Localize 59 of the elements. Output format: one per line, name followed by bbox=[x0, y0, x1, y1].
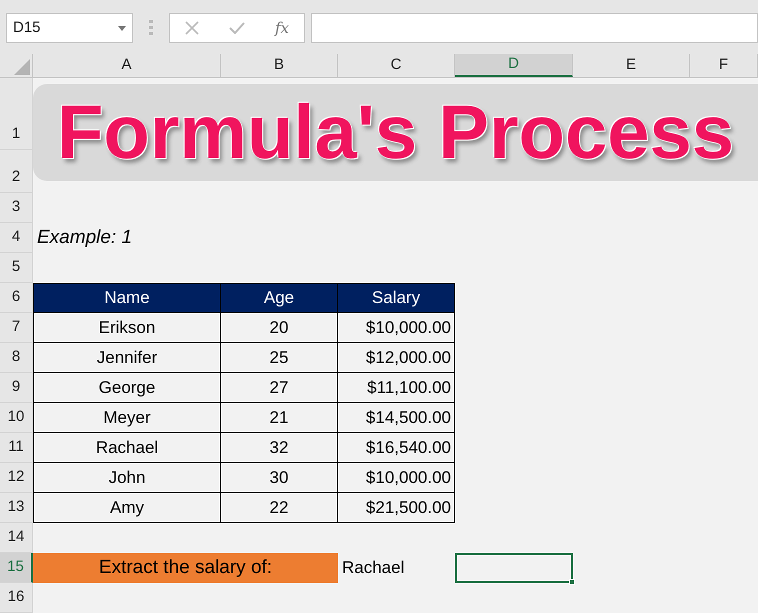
table-header-cell: Age bbox=[221, 283, 338, 313]
table-cell: $14,500.00 bbox=[338, 403, 455, 433]
insert-function-button[interactable]: fx bbox=[274, 16, 289, 40]
table-cell: 20 bbox=[221, 313, 338, 343]
table-header-cell: Name bbox=[33, 283, 221, 313]
table-cell: 22 bbox=[221, 493, 338, 523]
row-header[interactable]: 1 bbox=[0, 78, 33, 150]
grip-icon bbox=[149, 20, 153, 36]
table-cell: $16,540.00 bbox=[338, 433, 455, 463]
row-header[interactable]: 13 bbox=[0, 493, 33, 523]
example-label: Example: 1 bbox=[37, 226, 132, 250]
row-header[interactable]: 10 bbox=[0, 403, 33, 433]
column-header[interactable]: E bbox=[573, 54, 690, 77]
column-header[interactable]: B bbox=[221, 54, 338, 77]
table-cell: Meyer bbox=[33, 403, 221, 433]
table-cell: $11,100.00 bbox=[338, 373, 455, 403]
table-cell: 21 bbox=[221, 403, 338, 433]
table-cell: 27 bbox=[221, 373, 338, 403]
row-header[interactable]: 2 bbox=[0, 150, 33, 193]
row-header[interactable]: 7 bbox=[0, 313, 33, 343]
table-cell: $12,000.00 bbox=[338, 343, 455, 373]
check-icon[interactable] bbox=[228, 22, 245, 34]
row-header[interactable]: 16 bbox=[0, 583, 33, 613]
formula-input-field[interactable] bbox=[311, 13, 758, 43]
name-box[interactable]: D15 bbox=[6, 13, 133, 43]
row-header[interactable]: 4 bbox=[0, 223, 33, 253]
table-cell: John bbox=[33, 463, 221, 493]
row-header[interactable]: 9 bbox=[0, 373, 33, 403]
table-header-cell: Salary bbox=[338, 283, 455, 313]
table-cell: $10,000.00 bbox=[338, 463, 455, 493]
table-cell: Jennifer bbox=[33, 343, 221, 373]
row-header[interactable]: 15 bbox=[0, 553, 33, 583]
row-header[interactable]: 11 bbox=[0, 433, 33, 463]
column-header[interactable]: F bbox=[690, 54, 758, 77]
title-banner: Formula's Process bbox=[33, 84, 758, 181]
dropdown-caret-icon bbox=[118, 26, 126, 30]
select-all-icon[interactable] bbox=[14, 59, 30, 75]
cancel-icon[interactable] bbox=[184, 21, 199, 35]
table-cell: Erikson bbox=[33, 313, 221, 343]
row-header[interactable]: 14 bbox=[0, 523, 33, 553]
lookup-value-cell-text: Rachael bbox=[341, 557, 406, 580]
extract-label: Extract the salary of: bbox=[33, 553, 338, 583]
row-header[interactable]: 5 bbox=[0, 253, 33, 283]
column-header[interactable]: C bbox=[338, 54, 455, 77]
table-cell: $10,000.00 bbox=[338, 313, 455, 343]
column-header[interactable]: D bbox=[455, 54, 573, 77]
table-cell: 32 bbox=[221, 433, 338, 463]
row-header[interactable]: 12 bbox=[0, 463, 33, 493]
table-cell: George bbox=[33, 373, 221, 403]
column-header[interactable]: A bbox=[33, 54, 221, 77]
active-cell[interactable] bbox=[455, 553, 573, 583]
row-header[interactable]: 6 bbox=[0, 283, 33, 313]
table-cell: 25 bbox=[221, 343, 338, 373]
table-cell: 30 bbox=[221, 463, 338, 493]
table-cell: Rachael bbox=[33, 433, 221, 463]
table-cell: $21,500.00 bbox=[338, 493, 455, 523]
table-cell: Amy bbox=[33, 493, 221, 523]
row-header[interactable]: 8 bbox=[0, 343, 33, 373]
row-header[interactable]: 3 bbox=[0, 193, 33, 223]
